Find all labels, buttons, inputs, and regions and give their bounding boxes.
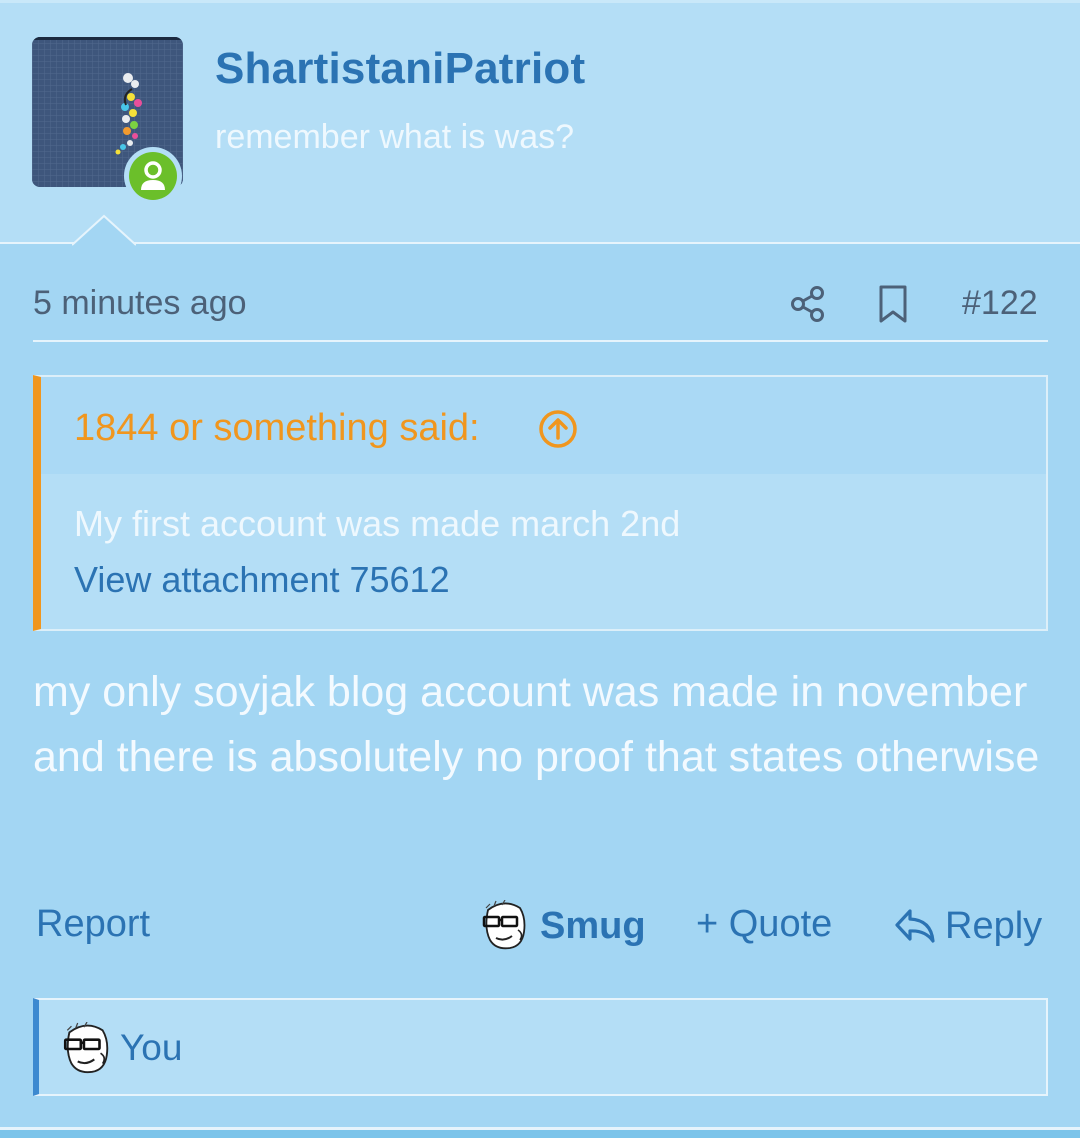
- reactions-user[interactable]: You: [120, 1027, 182, 1069]
- user-header-divider: [0, 242, 1080, 244]
- reaction-label: Smug: [540, 904, 646, 947]
- smug-reaction-icon: [63, 1022, 109, 1074]
- user-icon: [141, 161, 165, 190]
- post-number[interactable]: #122: [962, 284, 1038, 323]
- reactions-bar[interactable]: You: [33, 998, 1048, 1096]
- username[interactable]: ShartistaniPatriot: [215, 44, 585, 94]
- quote-block: 1844 or something said: My first account…: [33, 375, 1048, 631]
- quote-button[interactable]: + Quote: [696, 903, 832, 946]
- bookmark-icon[interactable]: [873, 284, 913, 324]
- online-status-badge: [124, 147, 182, 205]
- header-pointer-arrow: [72, 214, 136, 246]
- reply-arrow-icon: [895, 909, 935, 943]
- reaction-button[interactable]: Smug: [478, 898, 646, 954]
- attachment-link[interactable]: View attachment 75612: [74, 559, 450, 601]
- reply-label: Reply: [945, 904, 1043, 947]
- bottom-border: [0, 1130, 1080, 1138]
- meta-divider: [33, 340, 1048, 342]
- post-timestamp[interactable]: 5 minutes ago: [33, 284, 247, 323]
- post-body: my only soyjak blog account was made in …: [33, 668, 1040, 781]
- share-icon[interactable]: [788, 284, 828, 324]
- quote-author[interactable]: 1844 or something said:: [74, 407, 480, 450]
- reply-button[interactable]: Reply: [893, 903, 1042, 949]
- user-title: remember what is was?: [215, 118, 575, 156]
- report-link[interactable]: Report: [36, 903, 150, 946]
- quote-text: My first account was made march 2nd: [74, 503, 681, 544]
- arrow-up-circle-icon[interactable]: [538, 409, 578, 449]
- smug-reaction-icon: [482, 900, 526, 950]
